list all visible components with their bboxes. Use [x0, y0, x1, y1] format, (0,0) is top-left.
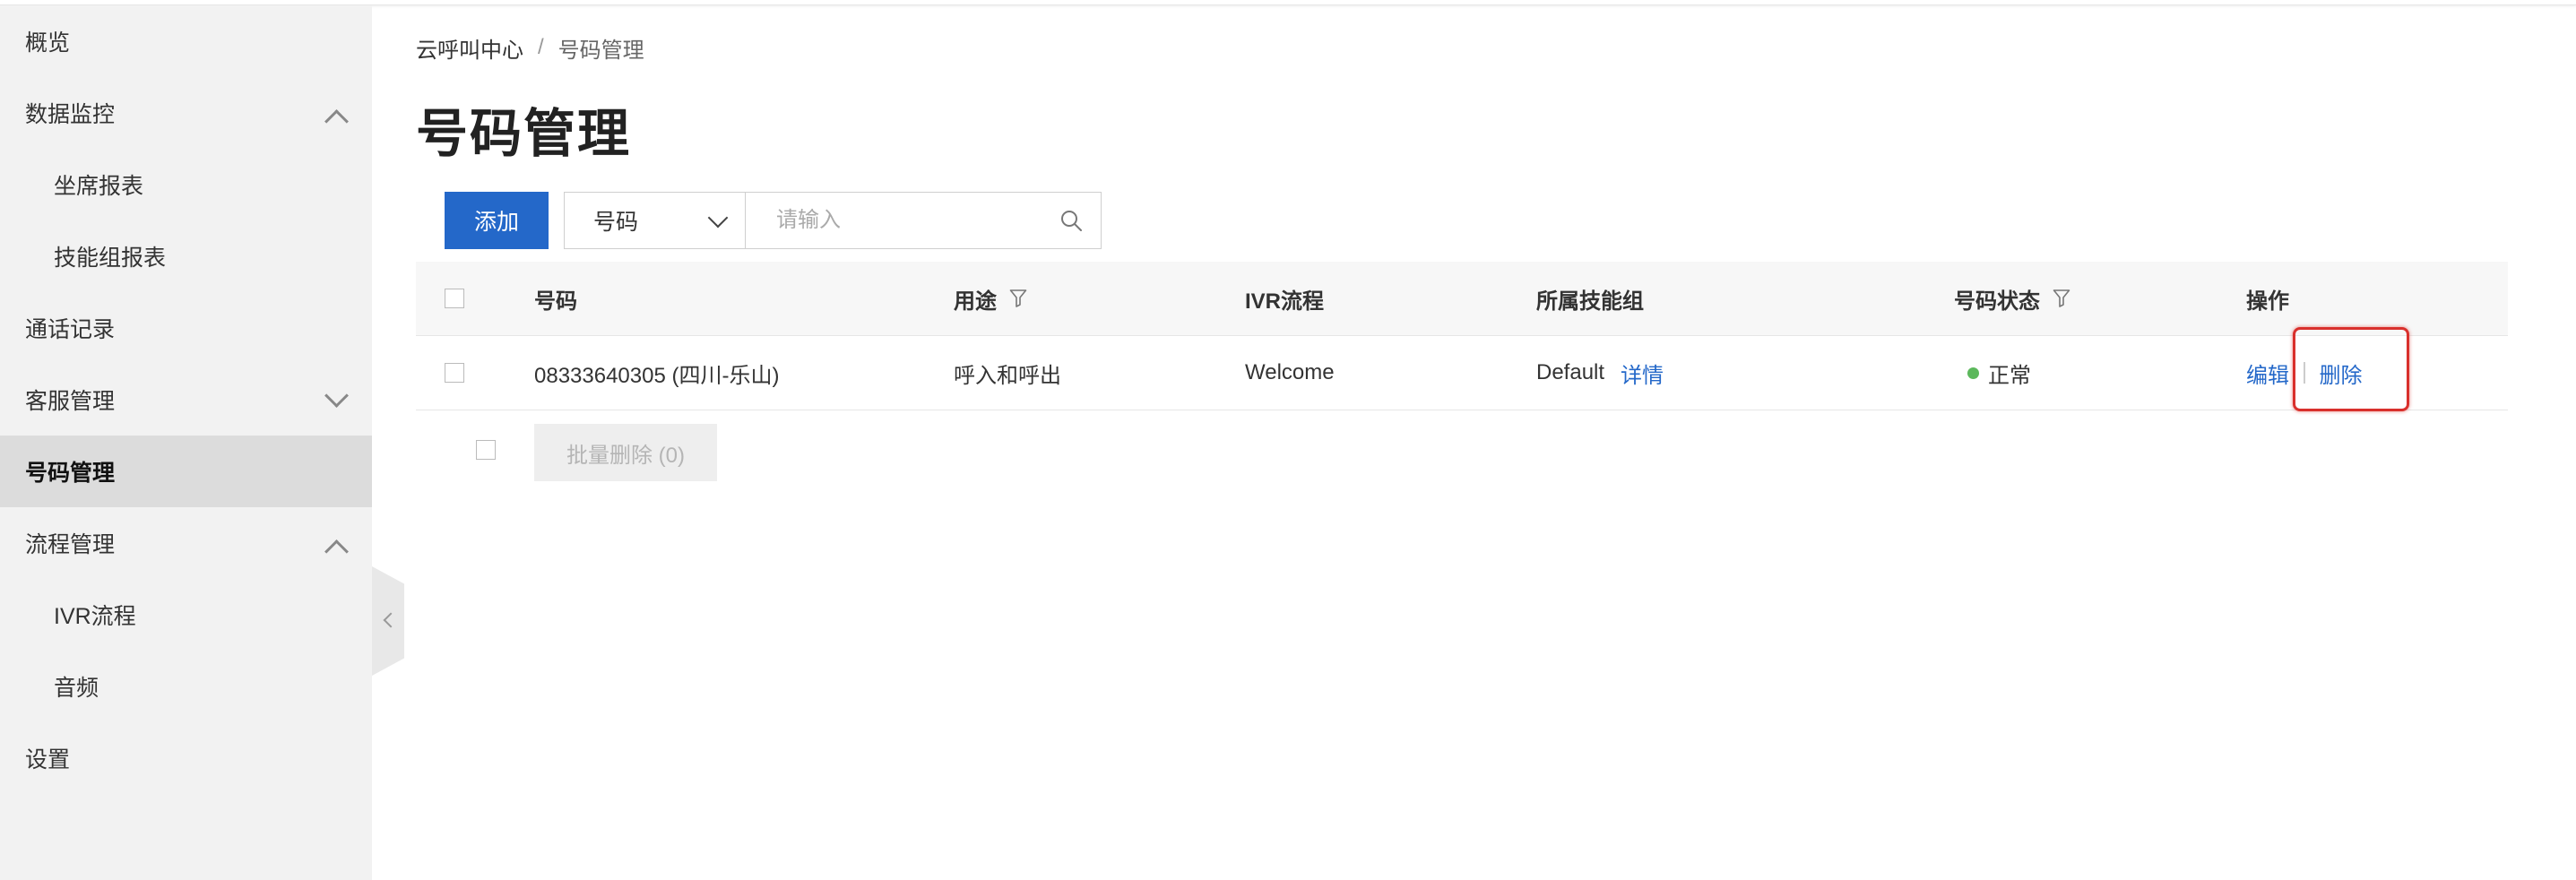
search-input[interactable] — [774, 207, 1047, 234]
column-header-label: 用途 — [954, 289, 997, 314]
sidebar-item-label: 设置 — [25, 747, 71, 772]
sidebar-item-label: 音频 — [54, 676, 99, 701]
breadcrumb-current: 号码管理 — [558, 38, 644, 63]
column-header-actions: 操作 — [2246, 262, 2289, 335]
filter-icon[interactable] — [1009, 289, 1027, 308]
sidebar-item-label: 概览 — [25, 30, 71, 56]
column-header-label: 所属技能组 — [1536, 289, 1644, 314]
column-header-status: 号码状态 — [1954, 262, 2070, 335]
add-button[interactable]: 添加 — [445, 192, 549, 249]
delete-link[interactable]: 删除 — [2320, 358, 2363, 389]
row-checkbox[interactable] — [445, 363, 464, 383]
column-header-usage: 用途 — [954, 262, 1027, 335]
column-header-number: 号码 — [534, 262, 577, 335]
chevron-up-icon — [324, 539, 349, 564]
sidebar-item-number-management[interactable]: 号码管理 — [0, 436, 372, 507]
status-badge: 正常 — [1988, 363, 2031, 388]
sidebar-item-ivr-flow[interactable]: IVR流程 — [0, 579, 372, 651]
cell-ivr: Welcome — [1245, 360, 1335, 384]
search-field-select[interactable]: 号码 — [564, 192, 746, 249]
skill-group-name: Default — [1536, 360, 1605, 384]
sidebar-item-audio[interactable]: 音频 — [0, 651, 372, 722]
sidebar-collapse-handle[interactable] — [372, 566, 404, 676]
chevron-left-icon — [383, 612, 399, 628]
chevron-down-icon — [707, 207, 729, 229]
column-header-label: 号码 — [534, 289, 577, 314]
breadcrumb: 云呼叫中心 / 号码管理 — [416, 32, 644, 63]
sidebar-item-settings[interactable]: 设置 — [0, 722, 372, 794]
chevron-down-icon — [324, 384, 349, 408]
sidebar-item-label: 通话记录 — [25, 317, 116, 342]
cell-actions: 编辑 删除 — [2246, 336, 2363, 410]
sidebar-item-label: 坐席报表 — [54, 174, 144, 199]
sidebar-item-call-records[interactable]: 通话记录 — [0, 292, 372, 364]
table-row: 08333640305 (四川-乐山) 呼入和呼出 Welcome Defaul… — [416, 336, 2508, 410]
table-header: 号码 用途 IVR流程 所属技能组 号码状态 操作 — [416, 262, 2508, 336]
detail-link[interactable]: 详情 — [1621, 358, 1664, 389]
search-icon[interactable] — [1059, 209, 1083, 232]
column-header-skill-group: 所属技能组 — [1536, 262, 1644, 335]
sidebar-item-flow-management[interactable]: 流程管理 — [0, 507, 372, 579]
breadcrumb-root-link[interactable]: 云呼叫中心 — [416, 32, 523, 64]
sidebar-item-label: 流程管理 — [25, 532, 116, 557]
sidebar-item-label: 号码管理 — [25, 461, 116, 486]
sidebar-item-skill-group-report[interactable]: 技能组报表 — [0, 220, 372, 292]
column-header-label: 操作 — [2246, 289, 2289, 314]
status-dot-icon — [1967, 367, 1979, 379]
sidebar-item-customer-service[interactable]: 客服管理 — [0, 364, 372, 436]
column-header-label: IVR流程 — [1245, 289, 1325, 314]
chevron-up-icon — [324, 109, 349, 134]
sidebar-item-label: 数据监控 — [25, 102, 116, 127]
search-field-select-value: 号码 — [593, 210, 639, 235]
cell-number: 08333640305 (四川-乐山) — [534, 363, 780, 388]
cell-status: 正常 — [1967, 336, 2031, 410]
sidebar-item-label: IVR流程 — [54, 604, 136, 629]
filter-icon[interactable] — [2053, 289, 2070, 308]
batch-select-checkbox[interactable] — [476, 440, 496, 460]
breadcrumb-separator: / — [538, 35, 544, 59]
action-divider — [2304, 362, 2305, 384]
search-box — [745, 192, 1102, 249]
sidebar-item-label: 客服管理 — [25, 389, 116, 414]
cell-skill-group: Default 详情 — [1536, 336, 1664, 410]
edit-link[interactable]: 编辑 — [2246, 358, 2289, 389]
batch-delete-button[interactable]: 批量删除 (0) — [534, 424, 717, 481]
sidebar-item-label: 技能组报表 — [54, 246, 167, 271]
column-header-ivr: IVR流程 — [1245, 262, 1324, 335]
page-title: 号码管理 — [416, 105, 632, 163]
top-bar — [0, 0, 2576, 5]
cell-usage: 呼入和呼出 — [954, 363, 1061, 388]
select-all-checkbox[interactable] — [445, 289, 464, 308]
column-header-label: 号码状态 — [1954, 289, 2040, 314]
sidebar: 概览 数据监控 坐席报表 技能组报表 通话记录 客服管理 号码管理 流程管理 I… — [0, 5, 372, 880]
sidebar-item-overview[interactable]: 概览 — [0, 5, 372, 77]
sidebar-item-agent-report[interactable]: 坐席报表 — [0, 149, 372, 220]
sidebar-item-data-monitor[interactable]: 数据监控 — [0, 77, 372, 149]
